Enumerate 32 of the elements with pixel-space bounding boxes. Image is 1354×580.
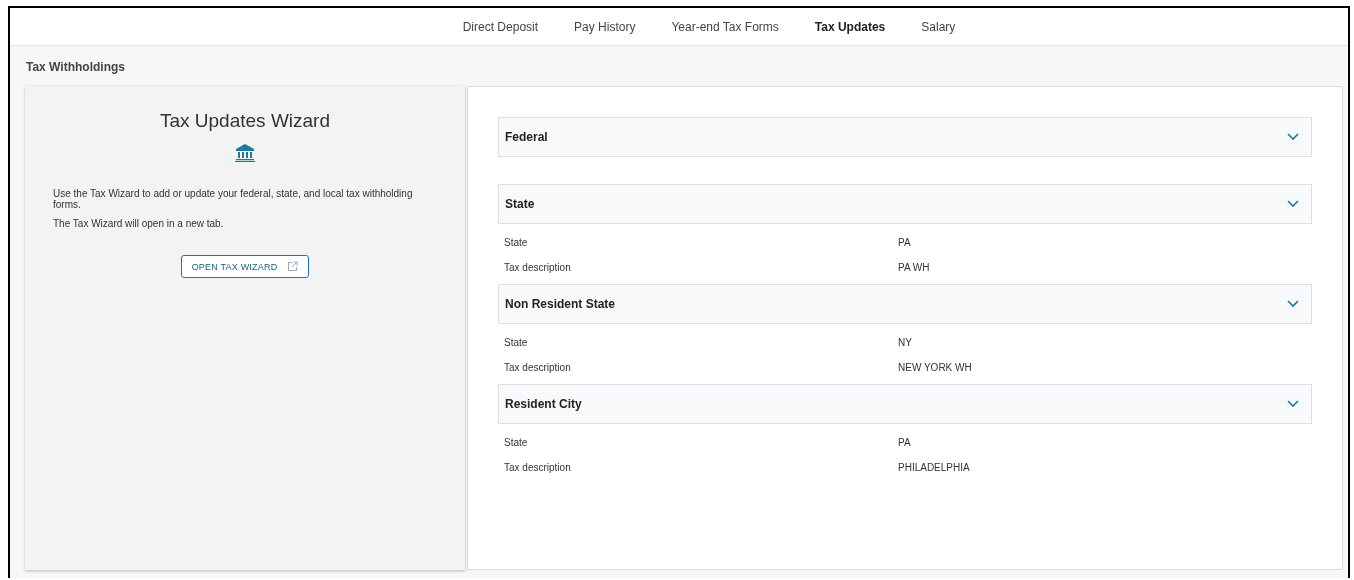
bank-icon xyxy=(235,144,255,162)
nav-tab[interactable]: Pay History xyxy=(556,8,654,45)
field-label: Tax description xyxy=(504,362,571,373)
open-wizard-button[interactable]: OPEN TAX WIZARD xyxy=(180,255,310,278)
nav-tab[interactable]: Year-end Tax Forms xyxy=(653,8,797,45)
chevron-down-icon xyxy=(1287,300,1299,308)
field-label: State xyxy=(504,237,528,248)
section-header[interactable]: Non Resident State xyxy=(498,284,1312,324)
nav-tab[interactable]: Direct Deposit xyxy=(444,8,557,45)
chevron-down-icon xyxy=(1287,200,1299,208)
nav-tab[interactable]: Salary xyxy=(903,8,974,45)
wizard-description: Use the Tax Wizard to add or update your federal, state, and local tax withholding forms. xyxy=(53,188,414,210)
field-label: Tax description xyxy=(504,262,571,273)
section-header[interactable]: State xyxy=(498,184,1312,224)
section-header[interactable]: Resident City xyxy=(498,384,1312,424)
chevron-down-icon xyxy=(1287,400,1299,408)
section-header[interactable]: Federal xyxy=(498,117,1312,157)
field-value: PA WH xyxy=(898,262,930,273)
field-value: NEW YORK WH xyxy=(898,362,972,373)
field-value: NY xyxy=(898,337,912,348)
field-label: State xyxy=(504,437,528,448)
field-label: Tax description xyxy=(504,462,571,473)
page-title: Tax Withholdings xyxy=(25,59,126,76)
wizard-description: The Tax Wizard will open in a new tab. xyxy=(53,218,225,229)
field-value: PA xyxy=(898,237,911,248)
field-label: State xyxy=(504,337,528,348)
wizard-title: Tax Updates Wizard xyxy=(159,110,331,132)
nav-tab[interactable]: Tax Updates xyxy=(796,8,904,45)
external-link-icon xyxy=(287,261,299,272)
field-value: PHILADELPHIA xyxy=(898,462,970,473)
chevron-down-icon xyxy=(1287,133,1299,141)
field-value: PA xyxy=(898,437,911,448)
